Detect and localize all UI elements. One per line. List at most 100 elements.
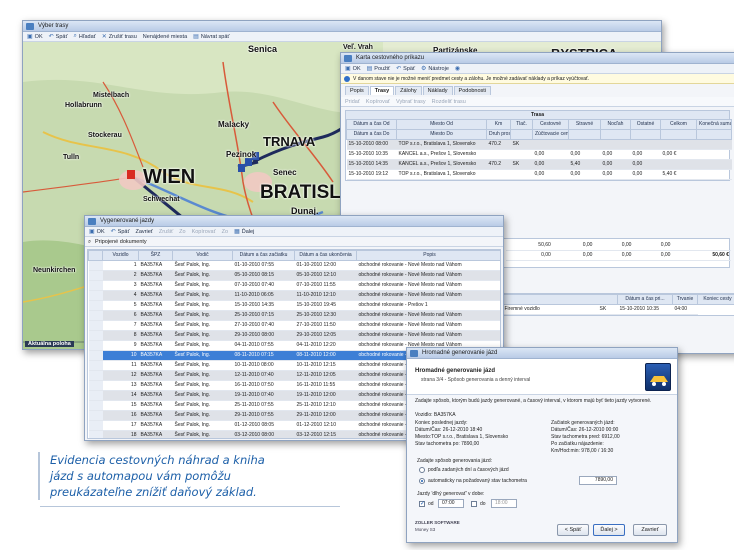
split-route-button[interactable]: Rozdeliť trasu (432, 99, 466, 105)
row-selector[interactable] (88, 420, 103, 431)
route-row[interactable]: 15-10-2010 19:12 TOP s.r.o., Bratislava 1… (346, 169, 732, 180)
generated-trip-row[interactable]: 1 BA357KA Šesť Palok, Ing. 01-10-2010 07:55… (88, 260, 500, 271)
wizard-back-button[interactable]: < Späť (557, 524, 589, 536)
route-row[interactable]: 15-10-2010 08:00 TOP s.r.o., Bratislava 1… (346, 139, 732, 150)
tab-trasy[interactable]: Trasy (369, 86, 395, 95)
generated-trip-row[interactable]: 3 BA357KA Šesť Palok, Ing. 07-10-2010 07:40… (88, 280, 500, 291)
row-selector[interactable] (88, 320, 103, 331)
row-selector[interactable] (88, 410, 103, 421)
route-cell: KANCEL a.s., Prešov 1, Slovensko (396, 159, 487, 170)
gen-next-button[interactable]: ▦ Ďalej (234, 228, 254, 236)
row-selector[interactable] (88, 370, 103, 381)
trip-cell: BA357KA (138, 360, 173, 371)
trip-cell: BA357KA (138, 330, 173, 341)
route-cell (486, 149, 511, 160)
gen-back-button[interactable]: ↶ Späť (111, 228, 130, 236)
to-time-checkbox[interactable] (471, 501, 477, 507)
trip-apply-button[interactable]: ▤ Použiť (367, 65, 391, 73)
wizard-close-button[interactable]: Zavrieť (633, 524, 667, 536)
map-return-button[interactable]: ▤ Návrat späť (193, 33, 229, 41)
row-selector[interactable] (88, 280, 103, 291)
tab-zalohy[interactable]: Zálohy (395, 86, 422, 95)
add-route-button[interactable]: Pridať (345, 99, 360, 105)
column-header (510, 129, 533, 140)
row-selector[interactable] (88, 390, 103, 401)
save-icon: ▣ (27, 34, 33, 40)
tab-popis[interactable]: Popis (345, 86, 369, 95)
tab-naklady[interactable]: Náklady (422, 86, 453, 95)
wizard-header: Hromadné generovanie jázd strana 3/4 - S… (407, 359, 677, 395)
total-cell: 50,60 € (672, 250, 731, 261)
generated-trip-row[interactable]: 4 BA357KA Šesť Palok, Ing. 11-10-2010 06:05… (88, 290, 500, 301)
gen-from2-button[interactable]: Zo (222, 229, 228, 235)
row-selector[interactable] (88, 350, 103, 361)
wizard-dialog: Hromadné generovanie jázd Hromadné gener… (406, 347, 678, 543)
trip-window-titlebar[interactable]: Karta cestovného príkazu (341, 53, 734, 64)
row-selector[interactable] (88, 360, 103, 371)
trip-cell: Šesť Palok, Ing. (172, 390, 233, 401)
to-time-input[interactable]: 18:00 (491, 499, 517, 508)
wizard-titlebar[interactable]: Hromadné generovanie jázd (407, 348, 677, 359)
row-selector[interactable] (88, 340, 103, 351)
generated-trip-row[interactable]: 8 BA357KA Šesť Palok, Ing. 29-10-2010 08:00… (88, 330, 500, 341)
gen-window-titlebar[interactable]: Vygenerované jazdy (85, 216, 503, 227)
map-ok-button[interactable]: ▣ OK (27, 33, 43, 41)
row-selector[interactable] (88, 310, 103, 321)
row-selector[interactable] (88, 380, 103, 391)
route-row[interactable]: 15-10-2010 10:35 KANCEL a.s., Prešov 1, S… (346, 149, 732, 160)
row-selector[interactable] (88, 290, 103, 301)
route-cell: TOP s.r.o., Bratislava 1, Slovensko (396, 169, 487, 180)
trip-cell: 2 (102, 270, 139, 281)
trip-tools-button[interactable]: ⚙ Nástroje (421, 65, 449, 73)
row-selector[interactable] (88, 430, 103, 438)
trip-ok-button[interactable]: ▣ OK (345, 65, 361, 73)
undo-icon: ↶ (48, 34, 54, 40)
column-header: Popis (356, 250, 500, 261)
map-cancel-route-button[interactable]: ✕ Zrušiť trasu (102, 33, 137, 41)
trip-cell: Šesť Palok, Ing. (172, 340, 233, 351)
trip-cell: 01-12-2010 08:05 (232, 420, 295, 431)
tab-podobnosti[interactable]: Podobnosti (453, 86, 492, 95)
generated-trip-row[interactable]: 7 BA357KA Šesť Palok, Ing. 27-10-2010 07:40… (88, 320, 500, 331)
wizard-next-button[interactable]: Ďalej > (593, 524, 625, 536)
route-cell: SK (510, 159, 533, 170)
column-header: Miesto Do (396, 129, 487, 140)
trip-back-button[interactable]: ↶ Späť (396, 65, 415, 73)
generated-trip-row[interactable]: 2 BA357KA Šesť Palok, Ing. 05-10-2010 08:15… (88, 270, 500, 281)
trip-help-button[interactable]: ◉ (455, 65, 460, 72)
copy-route-button[interactable]: Kopírovať (366, 99, 390, 105)
route-row[interactable]: 15-10-2010 14:35 KANCEL a.s., Prešov 1, S… (346, 159, 732, 170)
select-routes-button[interactable]: Vybrať trasy (396, 99, 426, 105)
odometer-input[interactable]: 7890,00 (579, 476, 617, 485)
mode-radio-days[interactable] (419, 467, 425, 473)
vendor-product: Money S3 (415, 527, 436, 532)
generated-trip-row[interactable]: 5 BA357KA Šesť Palok, Ing. 15-10-2010 14:35… (88, 300, 500, 311)
map-back-button[interactable]: ↶ Späť (48, 33, 68, 41)
map-not-found-button[interactable]: Nenájdené miesta (143, 34, 187, 40)
row-selector[interactable] (88, 270, 103, 281)
mode-radio-odometer[interactable] (419, 478, 425, 484)
gen-from-button[interactable]: Zo (179, 229, 185, 235)
gen-close-button[interactable]: Zavrieť (136, 229, 153, 235)
from-time-checkbox[interactable] (419, 500, 425, 507)
row-selector[interactable] (88, 300, 103, 311)
gen-ok-button[interactable]: ▣ OK (89, 228, 105, 236)
gen-cancel-button[interactable]: Zrušiť (159, 229, 173, 235)
wizard-step: strana 3/4 - Spôsob generovania a denný … (421, 377, 531, 383)
map-window-titlebar[interactable]: Výber trasy (23, 21, 661, 32)
trip-toolbar: ▣ OK ▤ Použiť ↶ Späť ⚙ Nástroje ◉ (341, 64, 734, 74)
bottom-row[interactable]: Firemné vozidlo SK 15-10-2010 10:35 04:00 (502, 304, 734, 315)
trip-cell: 25-10-2010 07:15 (232, 310, 295, 321)
total-cell: 0,00 (594, 250, 634, 261)
generated-trip-row[interactable]: 6 BA357KA Šesť Palok, Ing. 25-10-2010 07:15… (88, 310, 500, 321)
map-search-button[interactable]: ⌕ Hľadať (74, 33, 96, 40)
route-cell: 15-10-2010 10:35 (346, 149, 397, 160)
row-selector[interactable] (88, 330, 103, 341)
gen-copy-button[interactable]: Kopírovať (192, 229, 216, 235)
map-place-trnava: TRNAVA (263, 134, 316, 149)
row-selector[interactable] (88, 400, 103, 411)
from-time-input[interactable]: 07:00 (438, 499, 464, 508)
row-selector[interactable] (88, 260, 103, 271)
routes-header-row: Dátum a čas DoMiesto DoDruh prostriedku Z… (346, 129, 732, 140)
trip-cell: obchodné rokovanie - Nové Mesto nad Váho… (356, 290, 500, 301)
